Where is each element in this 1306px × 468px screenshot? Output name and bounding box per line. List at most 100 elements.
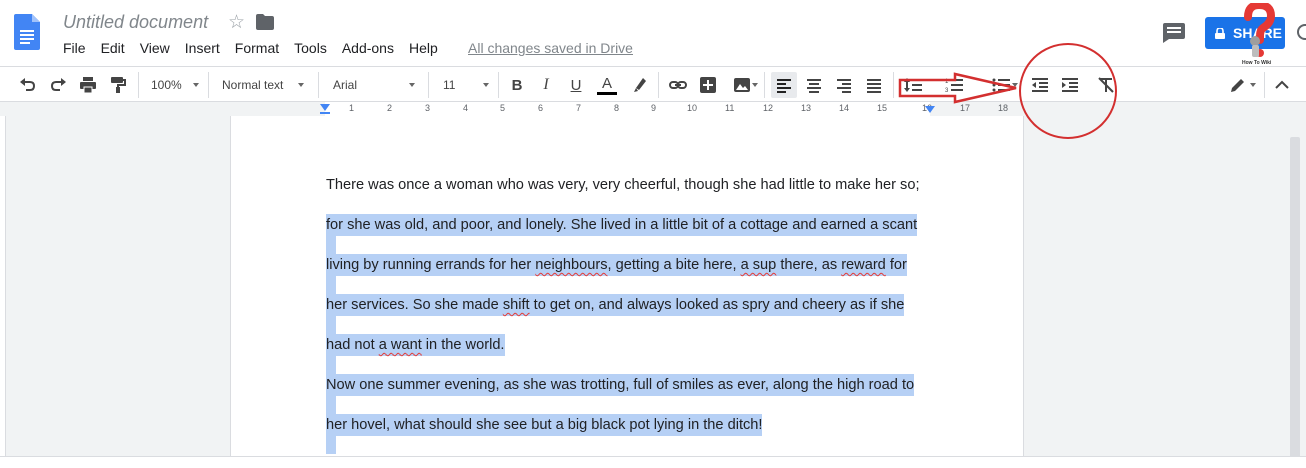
ruler-number: 3: [425, 103, 431, 113]
text-run: her services. So she made: [326, 297, 503, 313]
paint-format-icon[interactable]: [106, 72, 130, 98]
align-center-icon[interactable]: [802, 72, 826, 98]
menu-format[interactable]: Format: [235, 40, 279, 56]
folder-icon[interactable]: [256, 14, 274, 30]
watermark-text: How To Wiki: [1242, 60, 1272, 66]
link-icon[interactable]: [666, 72, 690, 98]
comment-icon[interactable]: [1163, 23, 1185, 43]
highlight-icon[interactable]: [627, 72, 651, 98]
howtowiki-logo-icon: [1244, 3, 1276, 57]
font-size-select[interactable]: 11: [443, 73, 493, 97]
zoom-value: 100%: [151, 78, 182, 92]
collapse-menu-icon[interactable]: [1270, 72, 1294, 98]
spelling-flag: a want: [378, 337, 422, 353]
menu-file[interactable]: File: [63, 40, 86, 56]
style-select[interactable]: Normal text: [222, 73, 312, 97]
chevron-down-icon: [298, 83, 304, 87]
selection-gap: [326, 236, 336, 254]
svg-text:3: 3: [945, 88, 949, 94]
selection-gap: [326, 276, 336, 294]
selection-gap: [326, 436, 336, 454]
document-line[interactable]: had not a want in the world.: [326, 334, 505, 356]
separator: [208, 72, 209, 98]
ruler-number: 10: [687, 103, 698, 113]
ruler-number: 11: [725, 103, 735, 113]
text-run: there, as: [776, 257, 842, 273]
editing-mode-icon[interactable]: [1218, 72, 1258, 98]
font-value: Arial: [333, 78, 358, 92]
font-size-value: 11: [443, 78, 456, 92]
text-run: had not: [326, 337, 379, 353]
separator: [428, 72, 429, 98]
text-run: , getting a bite here,: [607, 257, 741, 273]
document-line[interactable]: There was once a woman who was very, ver…: [326, 174, 920, 196]
document-page[interactable]: [230, 116, 1024, 460]
horizontal-ruler[interactable]: 1 2 3 4 5 6 7 8 9 10 11 12 13 14 15 16 1…: [0, 102, 1306, 116]
spelling-flag: shift: [502, 297, 530, 313]
left-indent-marker-icon[interactable]: [320, 104, 330, 114]
ruler-number: 8: [614, 103, 620, 113]
svg-text:1: 1: [945, 79, 949, 85]
text-color-icon[interactable]: A: [595, 72, 619, 98]
ruler-number: 5: [500, 103, 506, 113]
menu-addons[interactable]: Add-ons: [342, 40, 394, 56]
vertical-ruler[interactable]: [0, 116, 6, 456]
ruler-number: 4: [463, 103, 469, 113]
toolbar: 100% Normal text Arial 11 B I U A 1 3: [0, 66, 1306, 102]
document-line[interactable]: for she was old, and poor, and lonely. S…: [326, 214, 918, 236]
document-line[interactable]: living by running errands for her neighb…: [326, 254, 907, 276]
lock-icon: [1215, 27, 1225, 39]
document-title[interactable]: Untitled document: [63, 12, 208, 33]
align-left-icon[interactable]: [771, 72, 797, 98]
title-bar: Untitled document ☆ File Edit View Inser…: [0, 0, 1306, 66]
menu-bar: File Edit View Insert Format Tools Add-o…: [63, 40, 453, 56]
document-line[interactable]: her services. So she made shift to get o…: [326, 294, 905, 316]
right-indent-marker-icon[interactable]: [925, 106, 935, 114]
bottom-strip: [0, 456, 1306, 468]
separator: [658, 72, 659, 98]
line-spacing-icon[interactable]: [900, 72, 926, 98]
spelling-flag: a sup: [740, 257, 777, 273]
star-icon[interactable]: ☆: [228, 11, 245, 34]
align-right-icon[interactable]: [832, 72, 856, 98]
menu-edit[interactable]: Edit: [101, 40, 125, 56]
menu-insert[interactable]: Insert: [185, 40, 220, 56]
save-status-link[interactable]: All changes saved in Drive: [468, 40, 633, 56]
undo-icon[interactable]: [16, 72, 40, 98]
text-run: in the world.: [421, 337, 505, 353]
selection-gap: [326, 356, 336, 374]
chevron-down-icon: [193, 83, 199, 87]
insert-comment-icon[interactable]: [696, 72, 720, 98]
document-line[interactable]: Now one summer evening, as she was trott…: [326, 374, 915, 396]
bulleted-list-icon[interactable]: [984, 72, 1018, 98]
ruler-number: 2: [387, 103, 393, 113]
menu-tools[interactable]: Tools: [294, 40, 327, 56]
redo-icon[interactable]: [46, 72, 70, 98]
ruler-number: 7: [576, 103, 582, 113]
italic-icon[interactable]: I: [535, 72, 557, 98]
selection-gap: [326, 316, 336, 334]
account-icon[interactable]: [1297, 24, 1306, 40]
separator: [498, 72, 499, 98]
document-line[interactable]: her hovel, what should she see but a big…: [326, 414, 763, 436]
underline-icon[interactable]: U: [565, 72, 587, 98]
bold-icon[interactable]: B: [506, 72, 528, 98]
scrollbar[interactable]: [1290, 137, 1300, 460]
menu-help[interactable]: Help: [409, 40, 438, 56]
clear-formatting-icon[interactable]: [1094, 72, 1118, 98]
zoom-select[interactable]: 100%: [151, 73, 201, 97]
ruler-number: 9: [651, 103, 657, 113]
increase-indent-icon[interactable]: [1058, 72, 1082, 98]
docs-logo-icon[interactable]: [14, 14, 40, 50]
font-select[interactable]: Arial: [333, 73, 421, 97]
separator: [138, 72, 139, 98]
insert-image-icon[interactable]: [726, 72, 758, 98]
menu-view[interactable]: View: [140, 40, 170, 56]
print-icon[interactable]: [76, 72, 100, 98]
numbered-list-icon[interactable]: 13: [940, 72, 968, 98]
separator: [1264, 72, 1265, 98]
justify-icon[interactable]: [862, 72, 886, 98]
decrease-indent-icon[interactable]: [1028, 72, 1052, 98]
chevron-down-icon: [483, 83, 489, 87]
ruler-number: 6: [538, 103, 544, 113]
